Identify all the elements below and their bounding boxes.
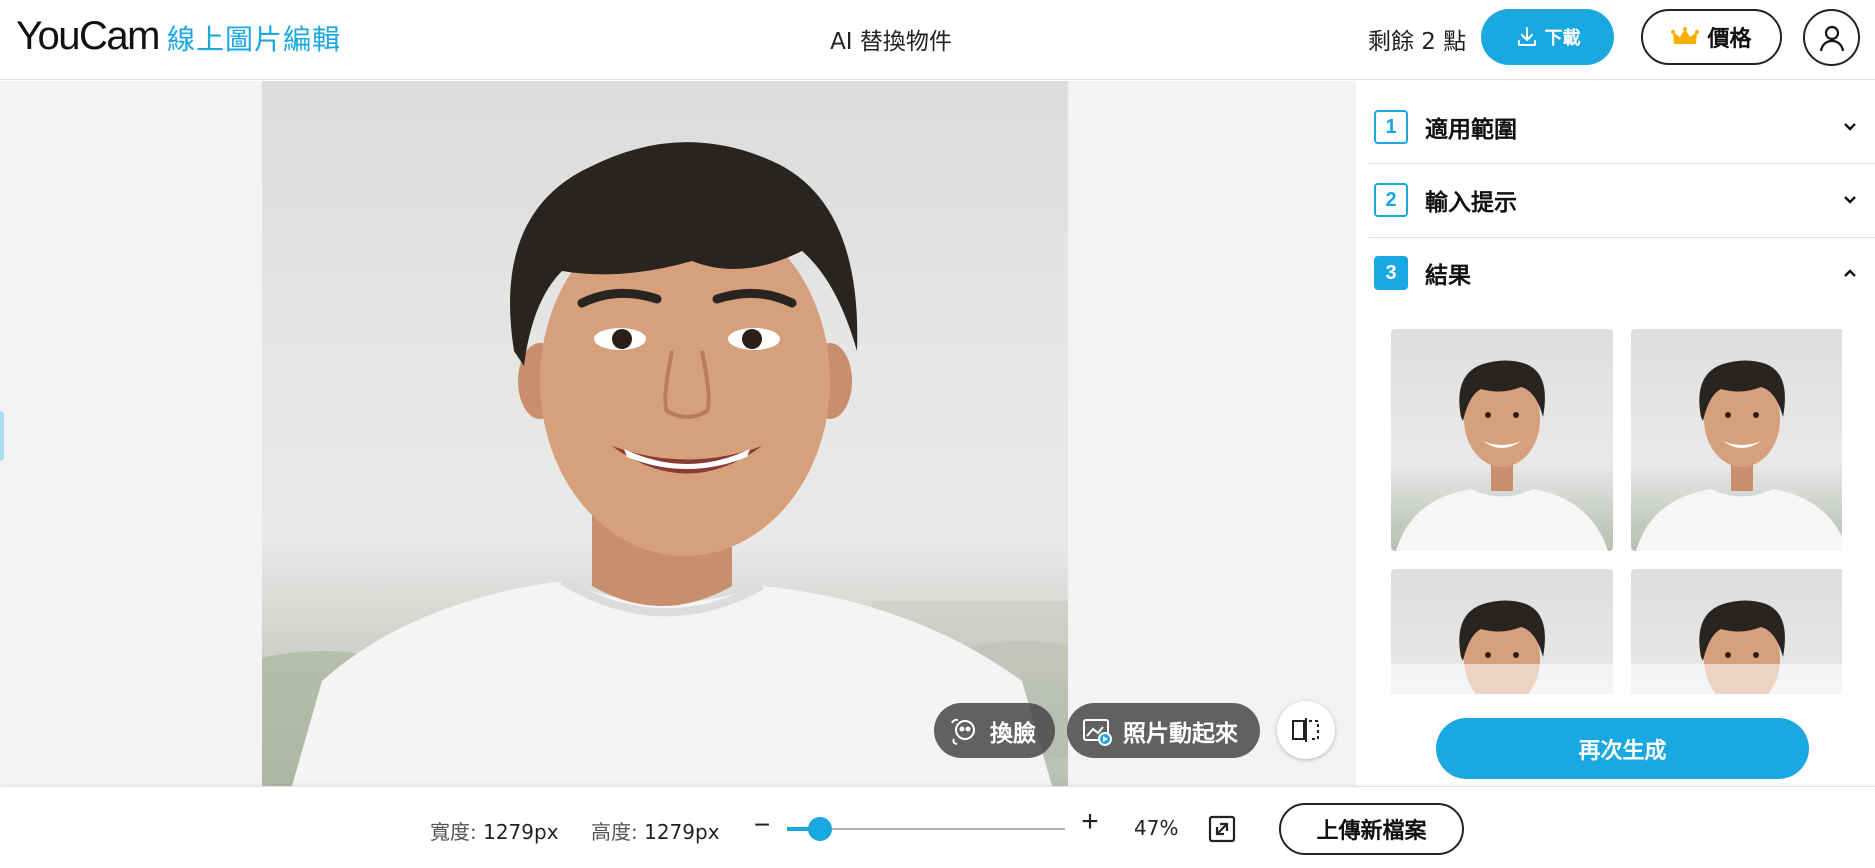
compare-button[interactable] [1277, 701, 1335, 759]
chevron-down-icon [1844, 123, 1856, 131]
image-width: 寬度: 1279px [430, 816, 559, 845]
step-label: 適用範圍 [1425, 117, 1517, 143]
step-scope[interactable]: 1 適用範圍 [1369, 91, 1864, 163]
result-thumbnail-4[interactable] [1631, 569, 1842, 694]
step-results[interactable]: 3 結果 [1369, 237, 1864, 309]
zoom-in-button[interactable]: + [1079, 805, 1101, 839]
result-thumbnail-2[interactable] [1631, 329, 1842, 551]
pricing-label: 價格 [1707, 27, 1752, 52]
upload-new-file-button[interactable]: 上傳新檔案 [1279, 803, 1464, 855]
account-button[interactable] [1803, 9, 1860, 66]
animate-photo-button[interactable]: 照片動起來 [1067, 703, 1260, 758]
face-swap-label: 換臉 [990, 720, 1036, 747]
bottom-toolbar: 寬度: 1279px 高度: 1279px − + 47% 上傳新檔案 [0, 786, 1875, 868]
step-number: 1 [1374, 110, 1408, 144]
width-label: 寬度: [430, 820, 477, 844]
compare-split-icon [1292, 718, 1319, 742]
height-value: 1279px [644, 820, 720, 844]
zoom-out-button[interactable]: − [751, 809, 773, 841]
thumbnail-portrait [1396, 360, 1608, 551]
editor-canvas[interactable]: 換臉 照片動起來 [0, 81, 1356, 786]
zoom-slider-handle[interactable] [808, 817, 833, 841]
thumbnail-portrait [1391, 600, 1613, 694]
face-swap-button[interactable]: 換臉 [934, 703, 1055, 758]
height-label: 高度: [591, 820, 638, 844]
download-button[interactable]: 下載 [1481, 9, 1614, 65]
image-height: 高度: 1279px [591, 816, 720, 845]
thumbnail-portrait [1631, 600, 1842, 694]
animate-photo-label: 照片動起來 [1123, 720, 1238, 747]
edited-photo[interactable] [262, 81, 1068, 786]
thumbnail-portrait [1636, 360, 1842, 551]
width-value: 1279px [483, 820, 559, 844]
step-label: 結果 [1425, 263, 1471, 289]
step-label: 輸入提示 [1425, 190, 1517, 216]
regenerate-button[interactable]: 再次生成 [1436, 718, 1809, 779]
settings-panel: 1 適用範圍 2 輸入提示 3 結果 再次生成 [1356, 81, 1875, 786]
remaining-points: 剩餘 2 點 [1368, 29, 1467, 55]
zoom-level: 47% [1134, 816, 1179, 840]
download-label: 下載 [1544, 28, 1581, 49]
zoom-slider[interactable] [787, 817, 1065, 841]
crown-icon [1671, 27, 1700, 44]
result-thumbnail-1[interactable] [1391, 329, 1613, 551]
step-number: 2 [1374, 183, 1408, 217]
chevron-up-icon [1844, 269, 1856, 277]
user-icon [1819, 25, 1844, 51]
result-thumbnail-3[interactable] [1391, 569, 1613, 694]
expand-icon[interactable] [1208, 815, 1236, 843]
face-swap-icon [951, 718, 975, 745]
step-prompt[interactable]: 2 輸入提示 [1369, 164, 1864, 236]
portrait-illustration [262, 142, 1068, 786]
results-grid [1391, 329, 1842, 694]
top-header: YouCam 線上圖片編輯 AI 替換物件 剩餘 2 點 下載 價格 [0, 0, 1875, 80]
step-number: 3 [1374, 256, 1408, 290]
chevron-down-icon [1844, 196, 1856, 204]
left-panel-handle[interactable] [0, 411, 4, 461]
animate-photo-icon [1083, 718, 1112, 746]
download-icon [1517, 27, 1536, 46]
pricing-button[interactable]: 價格 [1641, 9, 1782, 65]
